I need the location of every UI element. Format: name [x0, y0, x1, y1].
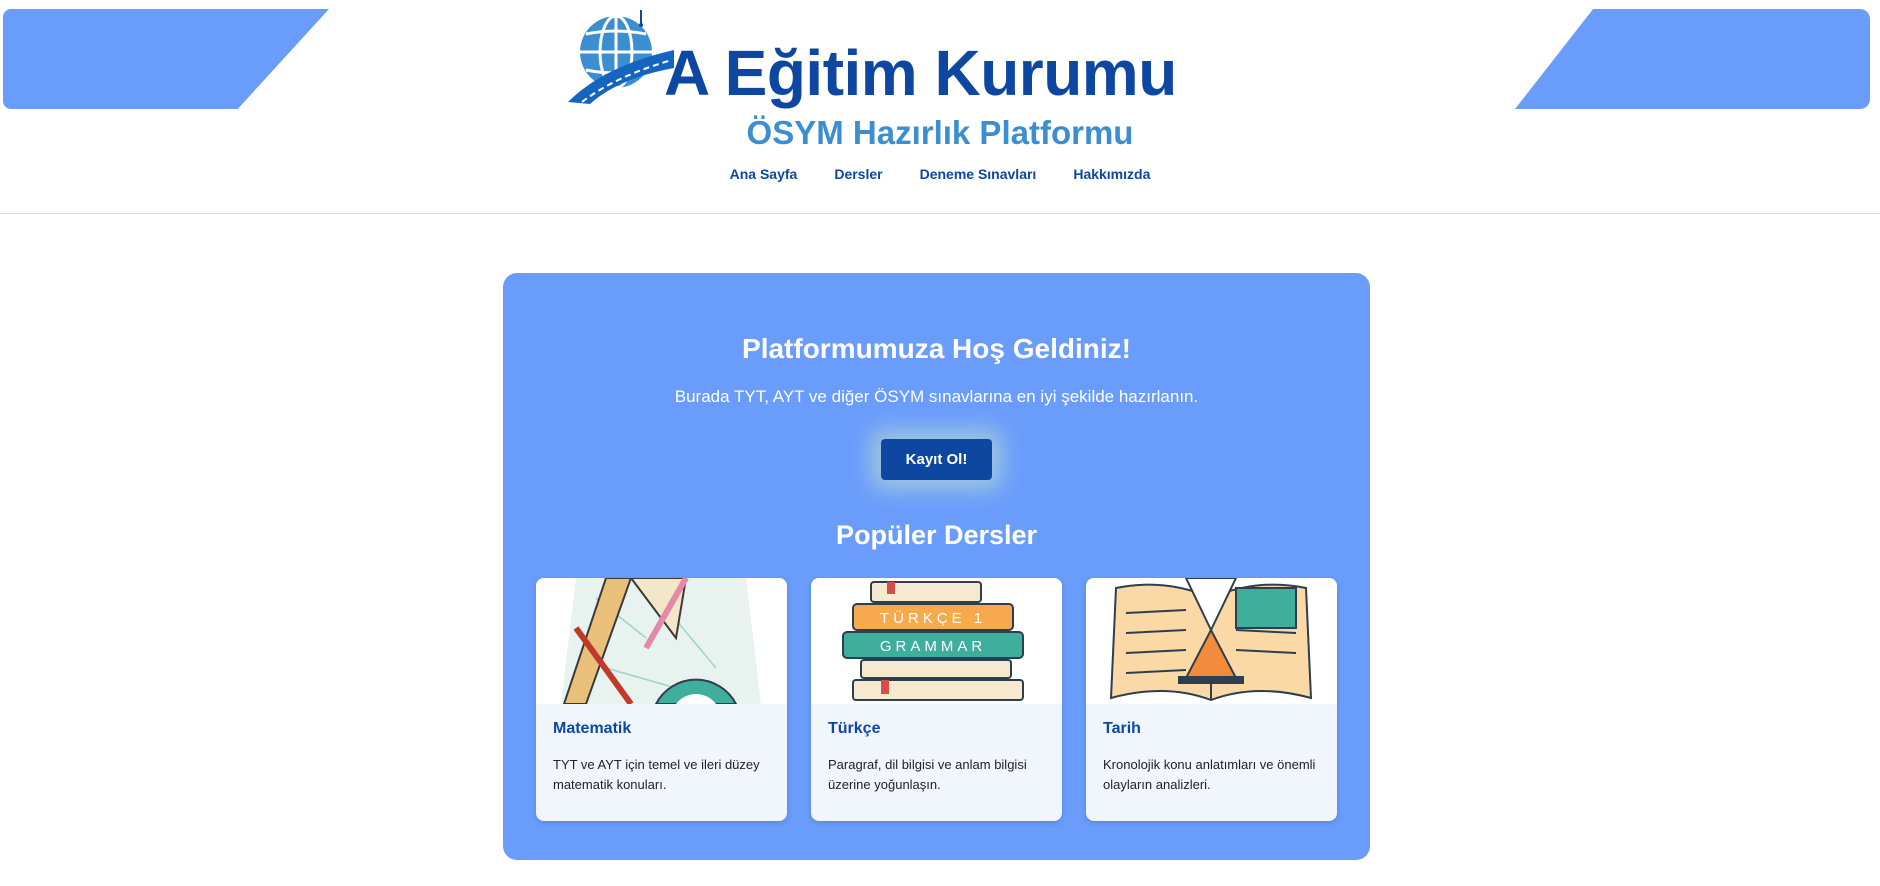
logo-text: A Eğitim Kurumu	[664, 37, 1177, 109]
course-title: Matematik	[553, 720, 632, 737]
hourglass-book-icon	[1086, 578, 1337, 704]
course-card-tarih[interactable]: Tarih Kronolojik konu anlatımları ve öne…	[1086, 578, 1337, 821]
header-banner-left	[3, 9, 329, 109]
welcome-title: Platformumuza Hoş Geldiniz!	[742, 333, 1131, 364]
main-nav: Ana Sayfa Dersler Deneme Sınavları Hakkı…	[0, 166, 1880, 182]
book-label-grammar: GRAMMAR	[880, 638, 986, 655]
popular-courses-title: Popüler Dersler	[835, 520, 1038, 550]
nav-item-deneme-sinavlari[interactable]: Deneme Sınavları	[920, 166, 1037, 182]
course-title: Tarih	[1103, 720, 1141, 737]
register-button[interactable]: Kayıt Ol!	[881, 439, 992, 480]
nav-item-dersler[interactable]: Dersler	[834, 166, 882, 182]
header-divider	[0, 213, 1880, 214]
geometry-tools-icon	[536, 578, 787, 704]
header-banner-right	[1515, 9, 1870, 109]
book-label-turkce: TÜRKÇE 1	[880, 609, 986, 627]
site-logo[interactable]: A Eğitim Kurumu	[564, 6, 1214, 110]
course-description: Paragraf, dil bilgisi ve anlam bilgisi ü…	[828, 757, 1027, 792]
intro-text: Burada TYT, AYT ve diğer ÖSYM sınavların…	[674, 387, 1199, 406]
course-card-turkce[interactable]: TÜRKÇE 1 GRAMMAR Türkçe Paragraf, dil bi…	[811, 578, 1062, 821]
globe-road-logo-icon	[568, 10, 674, 104]
nav-item-ana-sayfa[interactable]: Ana Sayfa	[730, 166, 798, 182]
course-description: Kronolojik konu anlatımları ve önemli ol…	[1103, 757, 1316, 792]
course-card-matematik[interactable]: Matematik TYT ve AYT için temel ve ileri…	[536, 578, 787, 821]
hero-section: Platformumuza Hoş Geldiniz! Burada TYT, …	[503, 273, 1370, 860]
course-description: TYT ve AYT için temel ve ileri düzey mat…	[553, 757, 760, 792]
nav-item-hakkimizda[interactable]: Hakkımızda	[1073, 166, 1150, 182]
course-title: Türkçe	[828, 720, 881, 737]
books-stack-icon: TÜRKÇE 1 GRAMMAR	[811, 578, 1062, 704]
site-subtitle: ÖSYM Hazırlık Platformu	[746, 114, 1134, 151]
